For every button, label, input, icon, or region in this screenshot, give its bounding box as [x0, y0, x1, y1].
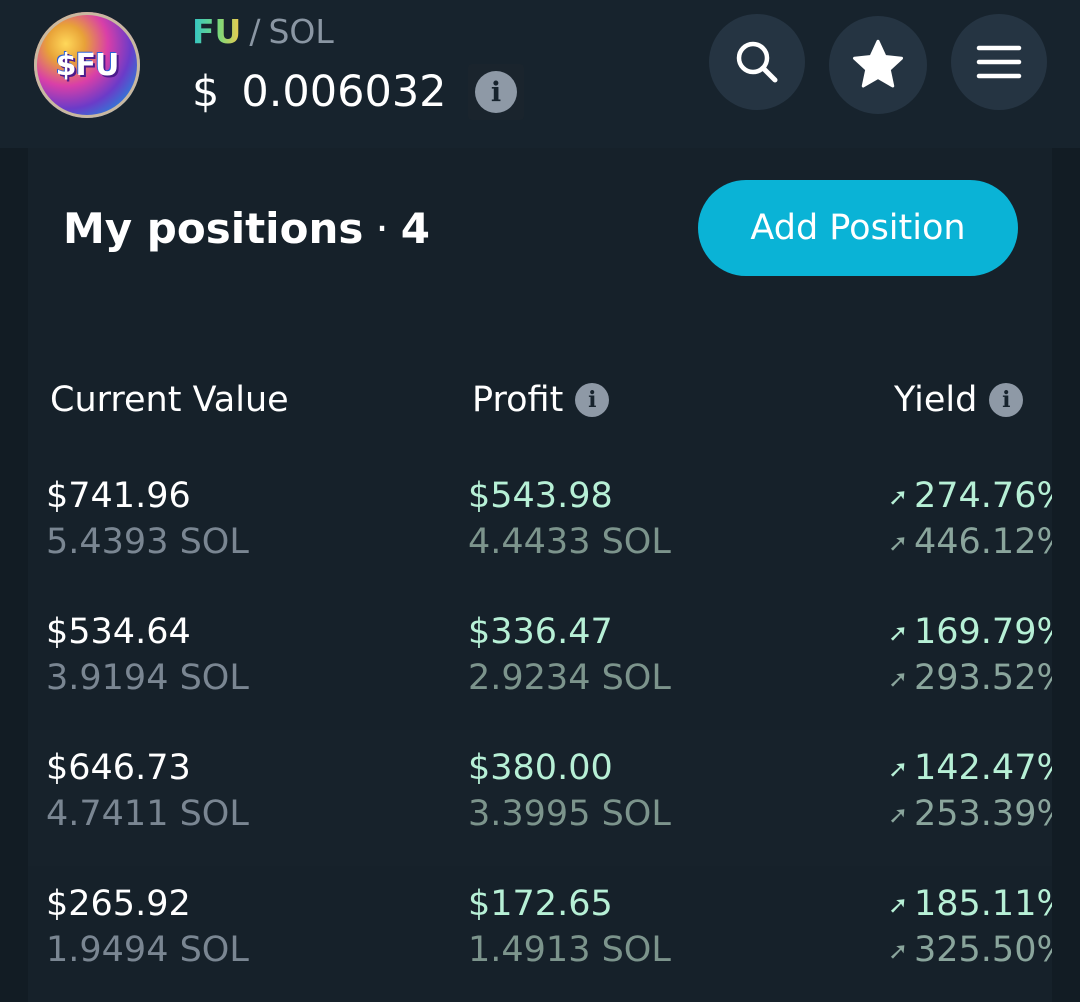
current-value-sol: 5.4393 SOL: [46, 522, 249, 562]
column-header-label: Yield: [894, 380, 978, 420]
price-currency: $: [192, 67, 220, 117]
column-header-current-value[interactable]: Current Value: [50, 372, 289, 428]
yield-primary: ➚185.11%: [888, 884, 1052, 924]
trend-up-arrow-icon: ➚: [888, 529, 909, 557]
star-icon: [853, 39, 903, 88]
trend-up-arrow-icon: ➚: [888, 755, 909, 783]
current-value-usd: $534.64: [46, 612, 191, 652]
current-value-sol: 3.9194 SOL: [46, 658, 249, 698]
yield-secondary: ➚325.50%: [888, 930, 1052, 970]
positions-title-label: My positions: [63, 203, 364, 253]
table-row[interactable]: $265.92 1.9494 SOL $172.65 1.4913 SOL ➚ 1…: [28, 866, 1052, 1002]
profit-sol: 1.4913 SOL: [468, 930, 671, 970]
title-separator: ·: [375, 203, 389, 253]
favorite-button[interactable]: [829, 16, 927, 114]
trend-up-arrow-icon: ➚: [888, 937, 909, 965]
info-icon: i: [475, 71, 517, 113]
add-position-button[interactable]: Add Position: [698, 180, 1018, 276]
yield-cell: ➚169.79% ➚293.52%: [888, 594, 1052, 730]
yield-secondary: ➚253.39%: [888, 794, 1052, 834]
current-value-usd: $646.73: [46, 748, 191, 788]
yield-primary: ➚142.47%: [888, 748, 1052, 788]
current-value-usd: $265.92: [46, 884, 191, 924]
profit-usd: $172.65: [468, 884, 613, 924]
profit-usd: $336.47: [468, 612, 613, 652]
current-value-sol: 4.7411 SOL: [46, 794, 249, 834]
price-info-button[interactable]: i: [468, 64, 524, 120]
yield-cell: ➚185.11% ➚325.50%: [888, 866, 1052, 1002]
positions-count: 4: [400, 203, 430, 253]
profit-sol: 3.3995 SOL: [468, 794, 671, 834]
trend-up-arrow-icon: ➚: [888, 801, 909, 829]
yield-primary: ➚274.76%: [888, 476, 1052, 516]
table-row[interactable]: $646.73 4.7411 SOL $380.00 3.3995 SOL ➚ 1…: [28, 730, 1052, 866]
column-header-label: Current Value: [50, 380, 289, 420]
pair-separator: /: [249, 11, 261, 51]
yield-cell: ➚274.76% ➚446.12%: [888, 458, 1052, 594]
info-icon[interactable]: i: [575, 383, 610, 417]
profit-usd: $543.98: [468, 476, 613, 516]
token-price: $ 0.006032: [192, 64, 447, 120]
column-header-label: Profit: [472, 380, 564, 420]
profit-usd: $380.00: [468, 748, 613, 788]
column-header-profit[interactable]: Profit i: [472, 372, 610, 428]
trend-up-arrow-icon: ➚: [888, 891, 909, 919]
price-value: 0.006032: [241, 67, 447, 117]
trend-up-arrow-icon: ➚: [888, 665, 909, 693]
pair-quote: SOL: [268, 11, 334, 51]
profit-sol: 2.9234 SOL: [468, 658, 671, 698]
menu-button[interactable]: [951, 14, 1047, 110]
current-value-usd: $741.96: [46, 476, 191, 516]
yield-secondary: ➚446.12%: [888, 522, 1052, 562]
token-logo[interactable]: $FU: [34, 12, 140, 118]
yield-secondary: ➚293.52%: [888, 658, 1052, 698]
pair-base: FU: [192, 11, 242, 51]
search-icon: [736, 41, 778, 83]
table-row[interactable]: $534.64 3.9194 SOL $336.47 2.9234 SOL ➚ 1…: [28, 594, 1052, 730]
search-button[interactable]: [709, 14, 805, 110]
current-value-sol: 1.9494 SOL: [46, 930, 249, 970]
positions-title: My positions · 4: [63, 196, 430, 260]
profit-sol: 4.4433 SOL: [468, 522, 671, 562]
yield-cell: ➚142.47% ➚253.39%: [888, 730, 1052, 866]
trend-up-arrow-icon: ➚: [888, 619, 909, 647]
table-row[interactable]: $741.96 5.4393 SOL $543.98 4.4433 SOL ➚ 2…: [28, 458, 1052, 594]
column-header-yield[interactable]: Yield i: [894, 372, 1024, 428]
token-pair: FU / SOL: [192, 8, 334, 54]
menu-icon: [976, 45, 1022, 79]
trend-up-arrow-icon: ➚: [888, 483, 909, 511]
top-header: $FU FU / SOL $ 0.006032 i: [0, 0, 1080, 148]
info-icon[interactable]: i: [989, 383, 1024, 417]
yield-primary: ➚169.79%: [888, 612, 1052, 652]
token-logo-text: $FU: [55, 47, 120, 83]
